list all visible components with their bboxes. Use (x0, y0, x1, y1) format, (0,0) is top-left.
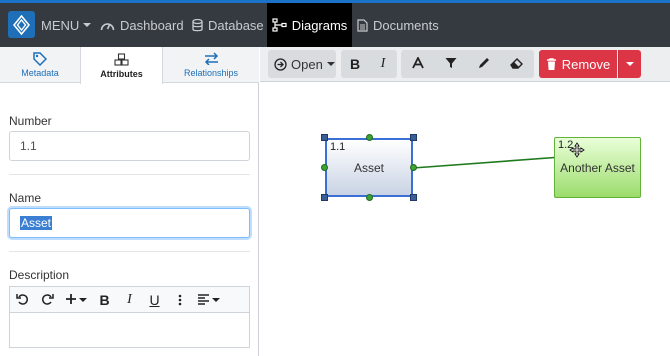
trash-icon (546, 57, 557, 71)
top-navbar: MENU Dashboard Database Diagrams Documen… (0, 0, 670, 47)
exchange-arrows-icon (204, 52, 219, 66)
resize-handle[interactable] (321, 194, 328, 201)
cubes-icon (114, 52, 129, 67)
chevron-down-icon (326, 62, 335, 66)
diagram-icon (272, 18, 287, 32)
text-style-group: B I (341, 50, 397, 78)
remove-options-dropdown[interactable] (618, 50, 641, 78)
nav-item-database[interactable]: Database (192, 3, 264, 47)
bold-button[interactable]: B (92, 287, 117, 313)
tab-relationships[interactable]: Relationships (163, 47, 259, 83)
number-value: 1.1 (20, 139, 37, 153)
connect-handle[interactable] (366, 134, 373, 141)
menu-dropdown[interactable]: MENU (41, 3, 92, 47)
filter-icon (445, 57, 457, 72)
diagram-node[interactable]: 1.1 Asset (325, 138, 413, 197)
name-value: Asset (20, 216, 53, 230)
open-label: Open (291, 56, 323, 72)
italic-button[interactable]: I (117, 287, 142, 313)
diagram-node[interactable]: 1.2 Another Asset (554, 137, 641, 198)
bold-button[interactable]: B (341, 50, 369, 78)
number-field[interactable]: 1.1 (9, 131, 250, 161)
chevron-down-icon (79, 297, 87, 302)
plus-icon (65, 292, 77, 308)
move-cursor-icon (569, 142, 585, 161)
node-number: 1.1 (330, 141, 346, 153)
name-label: Name (9, 191, 42, 205)
connect-handle[interactable] (410, 164, 417, 171)
insert-dropdown[interactable] (60, 287, 92, 313)
redo-icon (41, 292, 54, 308)
panel-tabs: Metadata Attributes Relationships (0, 47, 259, 84)
menu-label: MENU (41, 17, 80, 33)
description-editor-toolbar: B I U (9, 286, 250, 312)
divider (9, 251, 250, 252)
divider (9, 174, 250, 175)
tab-label: Metadata (21, 68, 59, 78)
dashboard-icon (100, 19, 115, 31)
nav-item-label: Database (208, 17, 264, 33)
nav-item-documents[interactable]: Documents (357, 3, 439, 47)
number-label: Number (9, 114, 52, 128)
description-editor[interactable] (9, 312, 250, 348)
circle-arrow-right-icon (274, 57, 287, 71)
font-icon (411, 55, 424, 72)
chevron-down-icon (83, 23, 92, 27)
redo-button[interactable] (35, 287, 60, 313)
diagram-canvas[interactable]: 1.1 Asset 1.2 Another Asset (260, 82, 670, 356)
chevron-down-icon (626, 62, 634, 66)
font-button[interactable] (401, 50, 434, 78)
nav-item-dashboard[interactable]: Dashboard (100, 3, 184, 47)
open-dropdown-button[interactable]: Open (268, 50, 336, 78)
pencil-button[interactable] (467, 50, 500, 78)
database-icon (192, 18, 203, 32)
resize-handle[interactable] (321, 134, 328, 141)
italic-button[interactable]: I (369, 50, 397, 78)
tag-icon (33, 52, 48, 67)
chevron-down-icon (211, 297, 220, 302)
eraser-button[interactable] (500, 50, 533, 78)
tab-metadata[interactable]: Metadata (0, 47, 80, 83)
document-icon (357, 18, 368, 32)
connect-handle[interactable] (321, 164, 328, 171)
format-group (401, 50, 534, 78)
tab-label: Relationships (183, 68, 239, 78)
nav-item-diagrams[interactable]: Diagrams (267, 3, 352, 47)
filter-button[interactable] (434, 50, 467, 78)
diagram-toolbar: Open B I Remove (260, 47, 670, 82)
description-label: Description (9, 268, 70, 282)
undo-icon (16, 292, 29, 308)
app-logo-icon[interactable] (8, 11, 35, 38)
pencil-icon (478, 57, 490, 72)
resize-handle[interactable] (410, 194, 417, 201)
node-label: Asset (353, 160, 384, 175)
align-left-icon (197, 292, 210, 308)
eraser-icon (510, 57, 523, 72)
undo-button[interactable] (10, 287, 35, 313)
more-options-icon[interactable] (167, 287, 192, 313)
connect-handle[interactable] (366, 194, 373, 201)
resize-handle[interactable] (410, 134, 417, 141)
align-dropdown[interactable] (192, 287, 224, 313)
nav-item-label: Dashboard (120, 17, 184, 33)
remove-button[interactable]: Remove (539, 50, 617, 78)
node-label: Another Asset (560, 160, 635, 175)
nav-item-label: Documents (373, 17, 439, 33)
name-field[interactable]: Asset (9, 208, 250, 238)
nav-item-label: Diagrams (291, 17, 348, 33)
relationship-edge[interactable] (412, 155, 576, 169)
tab-label: Attributes (100, 68, 143, 79)
underline-button[interactable]: U (142, 287, 167, 313)
edge-layer (412, 155, 576, 169)
tab-attributes[interactable]: Attributes (80, 47, 163, 84)
remove-label: Remove (561, 56, 611, 72)
